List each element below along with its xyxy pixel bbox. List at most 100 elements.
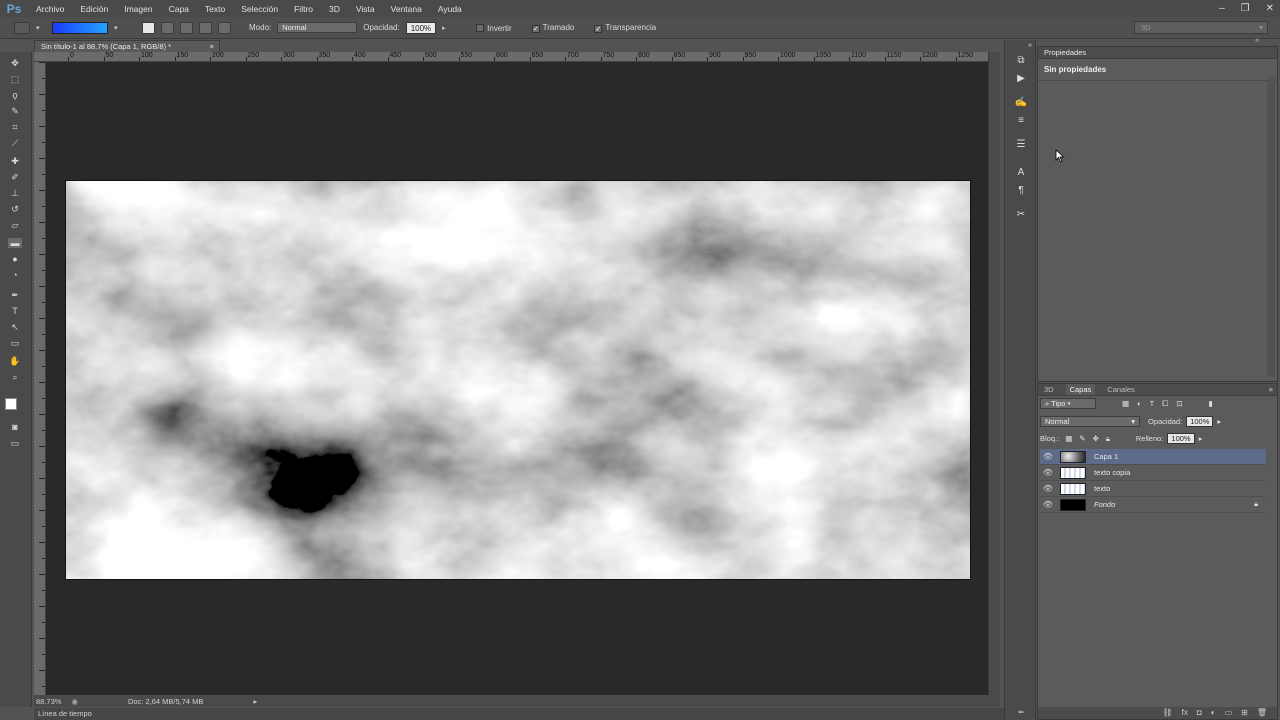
filter-toggle-icon[interactable]: ▮: [1209, 399, 1213, 408]
preset-dropdown-icon[interactable]: ▾: [36, 24, 46, 32]
layer-filter-select[interactable]: ⌕ Tipo ▾: [1040, 398, 1096, 409]
status-menu-arrow-icon[interactable]: ▸: [253, 697, 257, 706]
layer-opacity-input[interactable]: 100%: [1186, 416, 1214, 427]
filter-pixel-icon[interactable]: ▦: [1122, 399, 1129, 408]
diamond-gradient-icon[interactable]: [218, 21, 231, 34]
tab-3d[interactable]: 3D: [1044, 384, 1054, 395]
mode-select[interactable]: Normal: [277, 22, 358, 33]
close-icon[interactable]: ✕: [1266, 3, 1274, 14]
collapse-panels-icon[interactable]: »: [1023, 41, 1037, 51]
add-mask-icon[interactable]: ◘: [1197, 707, 1202, 719]
opacity-slider-icon[interactable]: ▸: [442, 24, 452, 32]
pen-tool-icon[interactable]: ✒: [8, 290, 22, 300]
fill-input[interactable]: 100%: [1167, 433, 1195, 444]
new-group-icon[interactable]: ▭: [1225, 707, 1233, 719]
shape-tool-icon[interactable]: ▭: [8, 338, 22, 348]
blur-tool-icon[interactable]: ●: [8, 254, 22, 264]
layers-panel-menu-icon[interactable]: ≡: [1269, 384, 1273, 395]
menu-capa[interactable]: Capa: [161, 4, 197, 14]
gradient-tool-preset-icon[interactable]: [14, 21, 30, 34]
quick-mask-icon[interactable]: ◙: [8, 422, 22, 432]
visibility-eye-icon[interactable]: 👁︎: [1040, 468, 1056, 477]
path-select-tool-icon[interactable]: ↖: [8, 322, 22, 332]
hand-tool-icon[interactable]: ✋: [8, 356, 22, 366]
layer-style-icon[interactable]: fx: [1182, 707, 1188, 719]
layer-row[interactable]: 👁︎ texto: [1040, 481, 1266, 497]
tool-presets-icon[interactable]: ✂: [1014, 210, 1028, 220]
menu-archivo[interactable]: Archivo: [28, 4, 72, 14]
eraser-tool-icon[interactable]: ▱: [8, 220, 22, 230]
foreground-color[interactable]: [5, 398, 17, 410]
workspace-select[interactable]: 3D ▾: [1134, 21, 1268, 34]
brush-panel-icon[interactable]: ✍: [1014, 98, 1028, 108]
lock-image-icon[interactable]: ✎: [1079, 434, 1085, 443]
layer-row[interactable]: 👁︎ Capa 1: [1040, 449, 1266, 465]
layer-row[interactable]: 👁︎ texto copia: [1040, 465, 1266, 481]
radial-gradient-icon[interactable]: [161, 21, 174, 34]
gradient-dropdown-icon[interactable]: ▾: [114, 24, 122, 32]
linear-gradient-icon[interactable]: [142, 21, 155, 34]
zoom-tool-icon[interactable]: ⌕: [8, 372, 22, 382]
marquee-tool-icon[interactable]: ⬚: [8, 74, 22, 84]
lock-transparent-icon[interactable]: ▦: [1065, 434, 1072, 443]
vertical-scrollbar[interactable]: [988, 52, 1000, 695]
screen-mode-icon[interactable]: ▭: [8, 438, 22, 448]
lock-all-icon[interactable]: 🔒︎: [1106, 434, 1110, 444]
brush-tool-icon[interactable]: ✐: [8, 172, 22, 182]
stamp-tool-icon[interactable]: ⊥: [8, 188, 22, 198]
close-document-icon[interactable]: ×: [210, 41, 214, 52]
menu-texto[interactable]: Texto: [197, 4, 233, 14]
menu-imagen[interactable]: Imagen: [116, 4, 160, 14]
new-adjustment-icon[interactable]: ◐: [1211, 707, 1216, 719]
properties-collapse-icon[interactable]: «: [1255, 37, 1259, 44]
opacity-input[interactable]: 100%: [405, 21, 437, 34]
character-panel-icon[interactable]: A: [1014, 168, 1028, 178]
lock-position-icon[interactable]: ✥: [1093, 434, 1099, 443]
quick-select-tool-icon[interactable]: ✎: [8, 106, 22, 116]
layer-row[interactable]: 👁︎ Fondo 🔒︎: [1040, 497, 1266, 513]
filter-smart-object-icon[interactable]: ⊡: [1176, 399, 1182, 408]
menu-edicion[interactable]: Edición: [72, 4, 116, 14]
filter-shape-icon[interactable]: ⧠: [1162, 399, 1168, 409]
menu-seleccion[interactable]: Selección: [233, 4, 286, 14]
visibility-eye-icon[interactable]: 👁︎: [1040, 452, 1056, 461]
dodge-tool-icon[interactable]: ◔: [8, 270, 22, 280]
minimize-icon[interactable]: –: [1219, 3, 1225, 14]
filter-type-icon[interactable]: T: [1150, 399, 1155, 408]
actions-panel-icon[interactable]: ▶: [1014, 74, 1028, 84]
visibility-eye-icon[interactable]: 👁︎: [1040, 500, 1056, 509]
invert-checkbox[interactable]: Invertir: [476, 23, 512, 33]
lasso-tool-icon[interactable]: ϙ: [8, 90, 22, 100]
new-layer-icon[interactable]: ⊞: [1241, 707, 1248, 719]
type-tool-icon[interactable]: T: [8, 306, 22, 316]
visibility-eye-icon[interactable]: 👁︎: [1040, 484, 1056, 493]
history-panel-icon[interactable]: ⧉: [1014, 56, 1028, 66]
menu-filtro[interactable]: Filtro: [286, 4, 321, 14]
restore-icon[interactable]: ❐: [1241, 3, 1250, 14]
properties-scrollbar[interactable]: [1267, 77, 1275, 377]
tab-canales[interactable]: Canales: [1107, 384, 1135, 395]
delete-layer-icon[interactable]: 🗑︎: [1257, 707, 1267, 719]
angle-gradient-icon[interactable]: [180, 21, 193, 34]
fill-slider-icon[interactable]: ▸: [1199, 434, 1203, 443]
adjustments-panel-icon[interactable]: ≡: [1014, 116, 1028, 126]
menu-ayuda[interactable]: Ayuda: [430, 4, 470, 14]
zoom-level[interactable]: 88.73%: [36, 697, 61, 706]
transparency-checkbox[interactable]: ✓ Transparencia: [594, 23, 656, 33]
blend-mode-select[interactable]: Normal ▾: [1040, 416, 1140, 427]
dither-checkbox[interactable]: ✓ Tramado: [531, 23, 574, 33]
strip-expand-icon[interactable]: ⇐: [1014, 708, 1028, 718]
paragraph-panel-icon[interactable]: ¶: [1014, 186, 1028, 196]
gradient-swatch[interactable]: [52, 21, 108, 34]
gradient-tool-icon[interactable]: ▬: [8, 238, 22, 248]
menu-ventana[interactable]: Ventana: [383, 4, 430, 14]
tab-capas[interactable]: Capas: [1065, 384, 1096, 395]
menu-3d[interactable]: 3D: [321, 4, 348, 14]
filter-adjustment-icon[interactable]: ◐: [1137, 399, 1142, 408]
link-layers-icon[interactable]: ⛓: [1163, 707, 1173, 719]
layer-comps-icon[interactable]: ☰: [1014, 140, 1028, 150]
status-info-icon[interactable]: ◉: [71, 697, 78, 706]
crop-tool-icon[interactable]: ⌗: [8, 122, 22, 132]
properties-tab[interactable]: Propiedades: [1038, 47, 1277, 59]
document-tab[interactable]: Sin título-1 al 88.7% (Capa 1, RGB/8) * ×: [34, 40, 220, 52]
